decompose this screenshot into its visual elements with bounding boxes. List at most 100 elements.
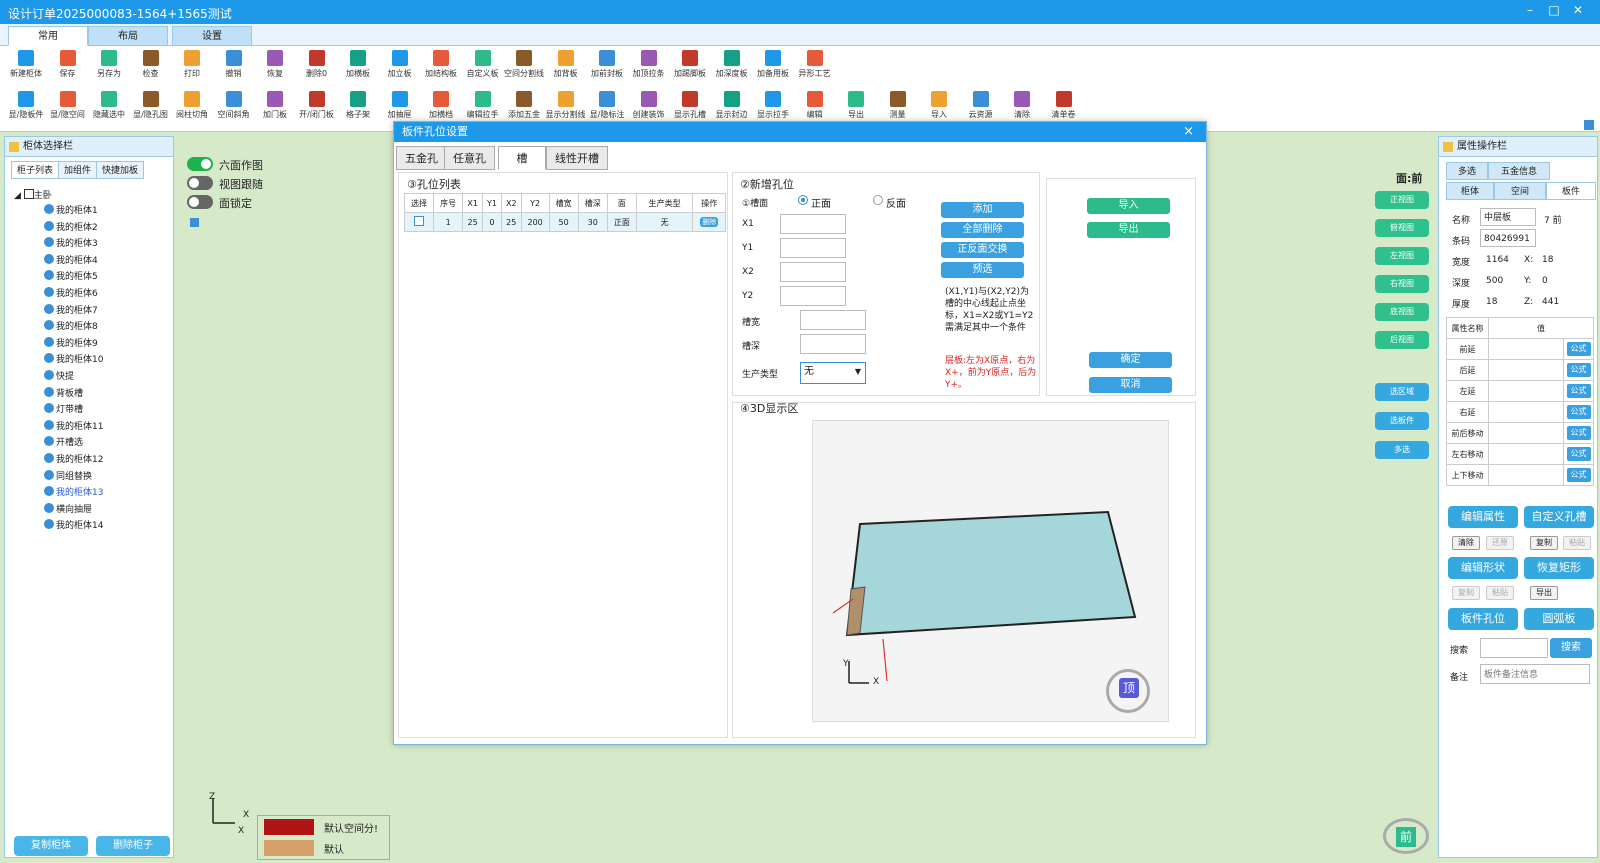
select-mode-button[interactable]: 选板件 — [1375, 412, 1429, 430]
swap-face-button[interactable]: 正反面交换 — [941, 242, 1024, 258]
list-item[interactable]: 我的柜体4 — [44, 253, 98, 268]
front-orient-cube[interactable]: 前 — [1383, 818, 1429, 854]
board-hole-button[interactable]: 板件孔位 — [1448, 608, 1518, 630]
edit-attribute-button[interactable]: 编辑属性 — [1448, 506, 1518, 528]
field-input[interactable] — [780, 286, 846, 306]
face-lock-toggle[interactable] — [187, 195, 213, 209]
ribbon-button[interactable]: 加深度板 — [712, 48, 752, 86]
prop-value-input[interactable] — [1488, 359, 1564, 381]
formula-button[interactable]: 公式 — [1566, 342, 1591, 356]
list-item[interactable]: 我的柜体9 — [44, 336, 98, 351]
view-button[interactable]: 底视图 — [1375, 303, 1429, 321]
preview-button[interactable]: 预选 — [941, 262, 1024, 278]
custom-hole-button[interactable]: 自定义孔槽 — [1524, 506, 1594, 528]
display-3d-viewport[interactable]: Y X 顶 — [812, 420, 1169, 722]
list-item[interactable]: 我的柜体10 — [44, 353, 103, 367]
view-button[interactable]: 右视图 — [1375, 275, 1429, 293]
tab-quick-add-board[interactable]: 快捷加板 — [96, 161, 145, 179]
paste-button[interactable]: 粘贴 — [1563, 536, 1591, 550]
remark-input[interactable] — [1480, 664, 1590, 684]
name-input[interactable]: 中层板 — [1480, 208, 1536, 226]
minimize-icon[interactable]: – — [1520, 3, 1540, 17]
ribbon-button[interactable]: 异形工艺 — [795, 48, 835, 86]
grid-icon[interactable] — [1584, 120, 1594, 130]
ribbon-button[interactable]: 开/闭门板 — [297, 89, 337, 127]
delete-cabinet-button[interactable]: 删除柜子 — [96, 836, 170, 856]
ribbon-button[interactable]: 加门板 — [255, 89, 295, 127]
prop-value-input[interactable] — [1488, 443, 1564, 465]
formula-button[interactable]: 公式 — [1566, 426, 1591, 440]
formula-button[interactable]: 公式 — [1566, 468, 1591, 482]
list-item[interactable]: 我的柜体7 — [44, 303, 98, 318]
ribbon-button[interactable]: 加踢脚板 — [670, 48, 710, 86]
radio-back[interactable] — [873, 195, 883, 205]
ribbon-button[interactable]: 空间斜角 — [214, 89, 254, 127]
shape-copy-button[interactable]: 复制 — [1452, 586, 1480, 600]
restore-button[interactable]: 还原 — [1486, 536, 1514, 550]
ok-button[interactable]: 确定 — [1089, 352, 1172, 368]
ribbon-button[interactable]: 显/隐板件 — [6, 89, 46, 127]
view-button[interactable]: 俯视图 — [1375, 219, 1429, 237]
radio-front[interactable] — [798, 195, 808, 205]
list-item[interactable]: 我的柜体5 — [44, 270, 98, 284]
ribbon-button[interactable]: 加结构板 — [421, 48, 461, 86]
copy-button[interactable]: 复制 — [1530, 536, 1558, 550]
copy-cabinet-button[interactable]: 复制柜体 — [14, 836, 88, 856]
select-mode-button[interactable]: 选区域 — [1375, 383, 1429, 401]
view-button[interactable]: 正视图 — [1375, 191, 1429, 209]
list-item[interactable]: 我的柜体6 — [44, 287, 98, 301]
ribbon-button[interactable]: 格子架 — [338, 89, 378, 127]
import-button[interactable]: 导入 — [1087, 198, 1170, 214]
six-face-toggle[interactable] — [187, 157, 213, 171]
add-button[interactable]: 添加 — [941, 202, 1024, 218]
prop-value-input[interactable] — [1488, 401, 1564, 423]
tab-common[interactable]: 常用 — [8, 26, 88, 46]
list-item[interactable]: 横向抽屉 — [44, 502, 92, 517]
field-input[interactable] — [780, 214, 846, 234]
search-button[interactable]: 搜索 — [1550, 638, 1592, 658]
cancel-button[interactable]: 取消 — [1089, 377, 1172, 393]
tab-groove[interactable]: 槽 — [498, 146, 546, 170]
tree-root[interactable]: ◢ 主卧 — [14, 188, 52, 201]
top-orient-cube[interactable]: 顶 — [1106, 669, 1150, 713]
tab-settings[interactable]: 设置 — [172, 26, 252, 46]
ribbon-button[interactable]: 隐藏选中 — [89, 89, 129, 127]
edit-shape-button[interactable]: 编辑形状 — [1448, 557, 1518, 579]
ribbon-button[interactable]: 恢复 — [255, 48, 295, 86]
ribbon-button[interactable]: 阅柱切角 — [172, 89, 212, 127]
tab-add-component[interactable]: 加组件 — [58, 161, 98, 179]
list-item[interactable]: 我的柜体11 — [44, 419, 103, 434]
ribbon-button[interactable]: 另存为 — [89, 48, 129, 86]
ribbon-button[interactable]: 检查 — [131, 48, 171, 86]
list-item[interactable]: 同组替换 — [44, 469, 92, 484]
prop-value-input[interactable] — [1488, 380, 1564, 402]
table-row[interactable]: 1 25 0 25 200 50 30 正面 无 删除 — [403, 212, 726, 232]
list-item[interactable]: 我的柜体2 — [44, 220, 98, 235]
shape-paste-button[interactable]: 粘贴 — [1486, 586, 1514, 600]
list-item[interactable]: 我的柜体13 — [44, 486, 103, 500]
tab-space[interactable]: 空间 — [1494, 182, 1546, 200]
ribbon-button[interactable]: 加立板 — [380, 48, 420, 86]
export-button[interactable]: 导出 — [1087, 222, 1170, 238]
ribbon-button[interactable]: 撤销 — [214, 48, 254, 86]
ribbon-button[interactable]: 打印 — [172, 48, 212, 86]
view-button[interactable]: 后视图 — [1375, 331, 1429, 349]
prop-value-input[interactable] — [1488, 338, 1564, 360]
list-item[interactable]: 快提 — [44, 370, 74, 384]
tab-any-hole[interactable]: 任意孔 — [444, 146, 495, 170]
ribbon-button[interactable]: 空间分割线 — [504, 48, 544, 86]
field-input[interactable] — [780, 238, 846, 258]
view-follow-toggle[interactable] — [187, 176, 213, 190]
list-item[interactable]: 灯带槽 — [44, 403, 83, 417]
row-checkbox[interactable] — [414, 216, 425, 226]
ribbon-button[interactable]: 自定义板 — [463, 48, 503, 86]
tab-hardware-info[interactable]: 五金信息 — [1488, 162, 1550, 180]
tab-cabinet-list[interactable]: 柜子列表 — [11, 161, 60, 179]
delete-all-button[interactable]: 全部删除 — [941, 222, 1024, 238]
field-input[interactable] — [780, 262, 846, 282]
formula-button[interactable]: 公式 — [1566, 384, 1591, 398]
arc-board-button[interactable]: 圆弧板 — [1524, 608, 1594, 630]
tab-board[interactable]: 板件 — [1546, 182, 1596, 200]
tab-cabinet[interactable]: 柜体 — [1446, 182, 1494, 200]
ribbon-button[interactable]: 加备用板 — [753, 48, 793, 86]
